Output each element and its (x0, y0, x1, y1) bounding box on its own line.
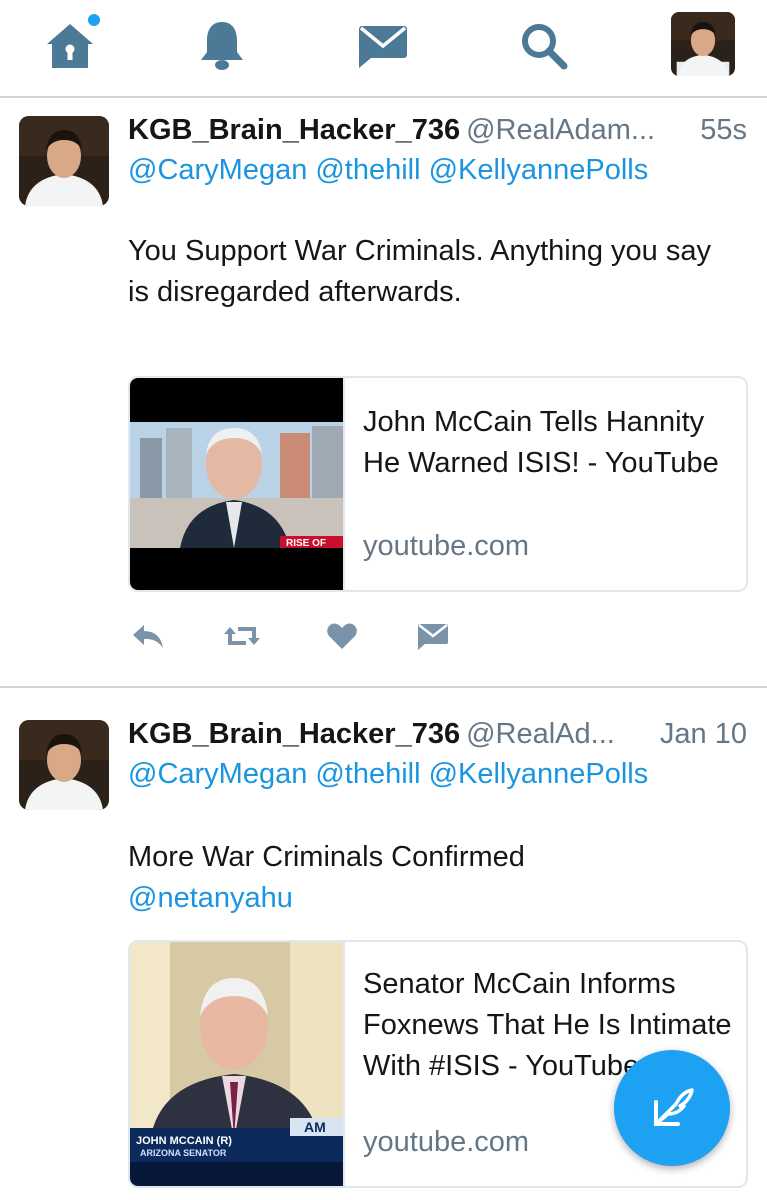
search-tab[interactable] (508, 14, 580, 78)
profile-avatar[interactable] (671, 12, 735, 76)
tweet-header: KGB_Brain_Hacker_736 @RealAdam... 55s (128, 114, 747, 148)
like-icon (327, 623, 357, 649)
tweet-text: More War Criminals Confirmed @netanyahu (128, 837, 738, 919)
retweet-button[interactable] (222, 616, 262, 656)
search-icon (522, 24, 568, 70)
compose-tweet-icon (654, 1088, 694, 1126)
video-thumbnail-image: AM JOHN MCCAIN (R) ARIZONA SENATOR (130, 942, 343, 1186)
bell-icon (201, 22, 243, 70)
notification-dot (86, 12, 102, 28)
top-navigation-bar (0, 0, 767, 98)
tweet-header: KGB_Brain_Hacker_736 @RealAd... Jan 10 (128, 718, 747, 752)
notifications-tab[interactable] (186, 14, 258, 78)
card-thumbnail: AM JOHN MCCAIN (R) ARIZONA SENATOR (130, 942, 345, 1186)
mention-link[interactable]: @netanyahu (128, 878, 738, 919)
avatar (19, 720, 109, 810)
mentions: @CaryMegan @thehill @KellyannePolls (128, 758, 656, 791)
home-tab[interactable] (34, 12, 106, 78)
mention-link[interactable]: @CaryMegan (128, 758, 307, 790)
mention-link[interactable]: @KellyannePolls (429, 154, 649, 186)
envelope-icon (359, 26, 407, 68)
messages-tab[interactable] (347, 14, 419, 78)
tweet[interactable]: KGB_Brain_Hacker_736 @RealAdam... 55s @Ca… (0, 98, 767, 688)
mention-link[interactable]: @CaryMegan (128, 154, 307, 186)
thumbnail-subcaption: ARIZONA SENATOR (140, 1148, 227, 1158)
reply-button[interactable] (128, 616, 168, 656)
card-domain: youtube.com (363, 530, 530, 562)
card-thumbnail: RISE OF (130, 378, 345, 590)
thumbnail-tag: AM (304, 1119, 326, 1135)
handle[interactable]: @RealAd... (466, 718, 615, 750)
link-card[interactable]: RISE OF John McCain Tells Hannity He War… (128, 376, 748, 592)
tweet-text-line: More War Criminals Confirmed (128, 841, 525, 873)
compose-tweet-button[interactable] (614, 1050, 730, 1166)
tweet-text: You Support War Criminals. Anything you … (128, 235, 711, 308)
avatar (19, 116, 109, 206)
mentions: @CaryMegan @thehill @KellyannePolls (128, 154, 656, 187)
like-button[interactable] (322, 616, 362, 656)
mention-link[interactable]: @thehill (315, 154, 420, 186)
tweet-avatar[interactable] (19, 720, 109, 810)
mention-link[interactable]: @KellyannePolls (429, 758, 649, 790)
thumbnail-caption: RISE OF (286, 538, 326, 549)
direct-message-button[interactable] (413, 616, 453, 656)
thumbnail-caption: JOHN MCCAIN (R) (136, 1135, 232, 1147)
tweet-avatar[interactable] (19, 116, 109, 206)
card-title: John McCain Tells Hannity He Warned ISIS… (363, 406, 719, 479)
video-thumbnail-image: RISE OF (130, 378, 343, 590)
display-name[interactable]: KGB_Brain_Hacker_736 (128, 718, 460, 750)
timestamp[interactable]: 55s (700, 114, 747, 147)
mention-link[interactable]: @thehill (315, 758, 420, 790)
timestamp[interactable]: Jan 10 (660, 718, 747, 751)
direct-message-icon (418, 624, 448, 650)
handle[interactable]: @RealAdam... (466, 114, 655, 146)
retweet-icon (224, 627, 260, 645)
display-name[interactable]: KGB_Brain_Hacker_736 (128, 114, 460, 146)
reply-icon (133, 625, 163, 648)
card-domain: youtube.com (363, 1126, 530, 1158)
avatar (671, 12, 735, 76)
